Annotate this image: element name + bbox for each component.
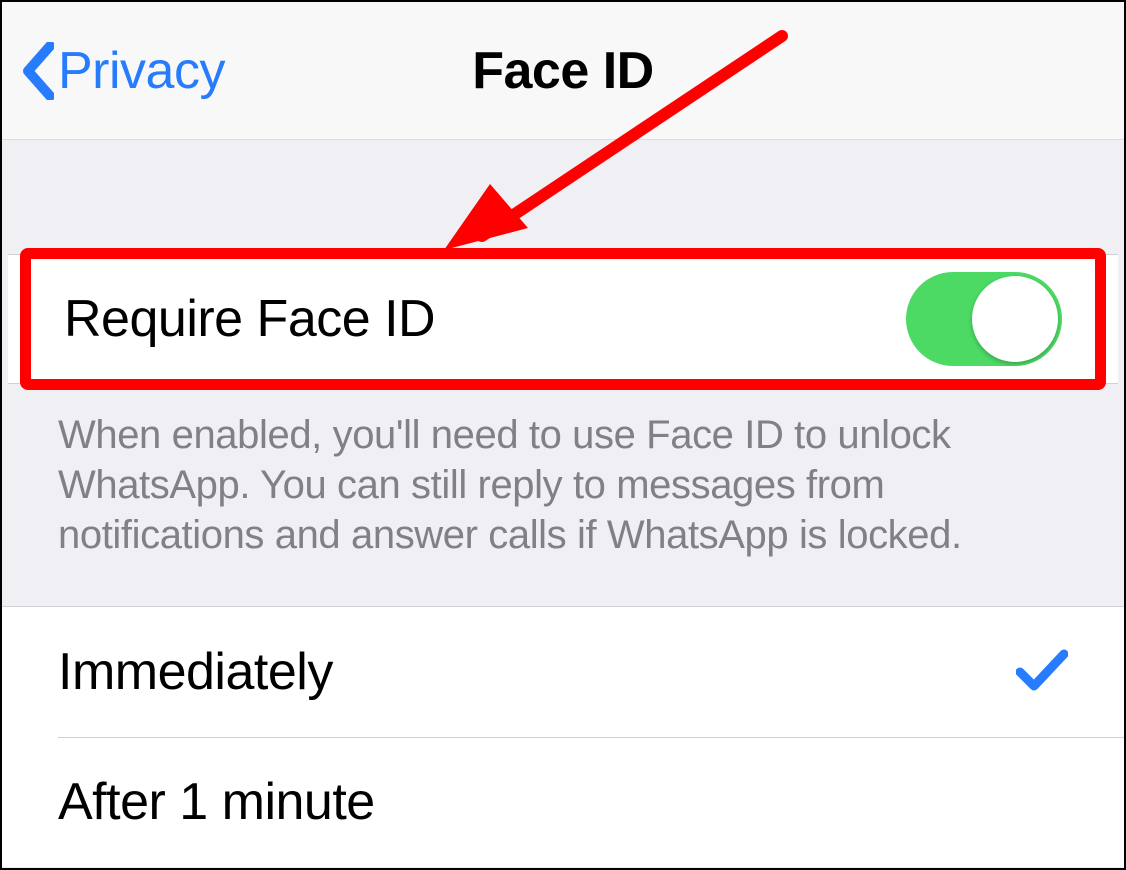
require-faceid-highlight: Require Face ID bbox=[2, 248, 1124, 390]
option-label: After 1 minute bbox=[58, 772, 375, 832]
require-faceid-toggle[interactable] bbox=[906, 272, 1062, 366]
require-faceid-row[interactable]: Require Face ID bbox=[8, 254, 1118, 384]
section-footer: When enabled, you'll need to use Face ID… bbox=[2, 390, 1124, 606]
section-spacer bbox=[2, 140, 1124, 248]
lock-delay-options: Immediately After 1 minute bbox=[2, 606, 1124, 867]
require-faceid-label: Require Face ID bbox=[64, 289, 435, 349]
option-after-1-minute[interactable]: After 1 minute bbox=[2, 737, 1124, 867]
chevron-left-icon bbox=[20, 42, 54, 100]
back-button-label: Privacy bbox=[58, 41, 225, 101]
toggle-knob bbox=[972, 276, 1058, 362]
option-label: Immediately bbox=[58, 642, 333, 702]
nav-bar: Privacy Face ID bbox=[2, 2, 1124, 140]
back-button[interactable]: Privacy bbox=[20, 2, 225, 139]
footer-text: When enabled, you'll need to use Face ID… bbox=[58, 410, 1068, 560]
settings-screen: Privacy Face ID Require Face ID When ena… bbox=[0, 0, 1126, 870]
page-title: Face ID bbox=[472, 41, 653, 101]
checkmark-icon bbox=[1016, 648, 1068, 697]
option-immediately[interactable]: Immediately bbox=[2, 607, 1124, 737]
